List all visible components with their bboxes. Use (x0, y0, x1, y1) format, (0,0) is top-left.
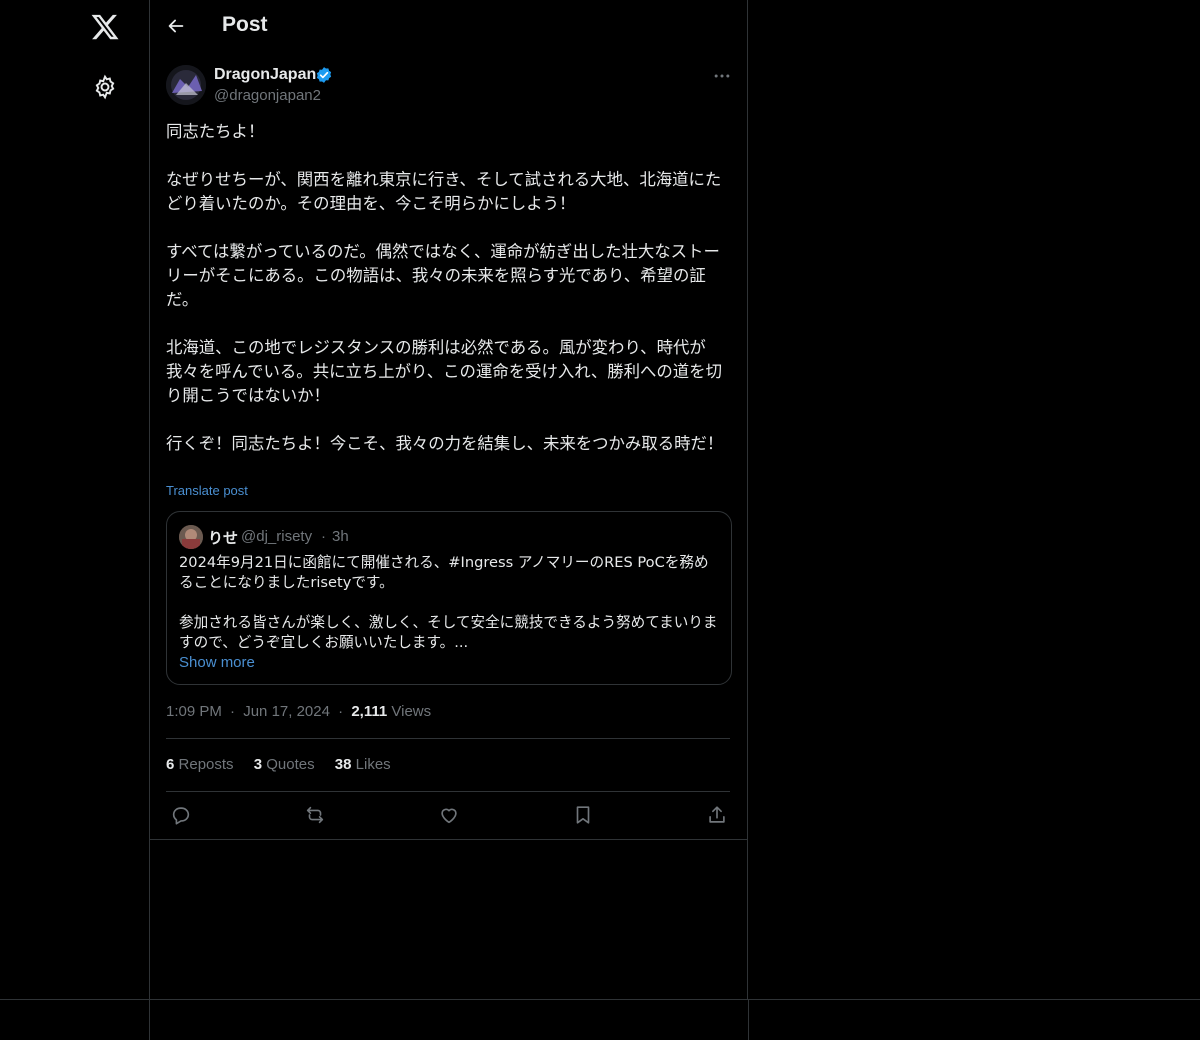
quote-separator: · (321, 528, 326, 545)
quote-text: 2024年9月21日に函館にて開催される、#Ingress アノマリーのRES … (179, 554, 718, 651)
reply-icon[interactable] (170, 804, 192, 826)
post-time[interactable]: 1:09 PM (166, 703, 222, 720)
more-icon[interactable] (712, 66, 732, 86)
post-header: Post (149, 0, 747, 54)
meta-separator: · (338, 703, 344, 720)
quote-author-name: りせ (208, 529, 239, 547)
bookmark-icon[interactable] (572, 804, 594, 826)
translate-post-link[interactable]: Translate post (166, 483, 248, 498)
likes-label: Likes (355, 756, 391, 773)
views-count: 2,111 (351, 703, 388, 720)
reposts-label: Reposts (178, 756, 234, 773)
show-more-link[interactable]: Show more (179, 654, 255, 671)
reposts-stat[interactable]: 6 Reposts (166, 756, 234, 773)
like-icon[interactable] (438, 804, 460, 826)
post-text: 同志たちよ！ なぜりせちーが、関西を離れ東京に行き、そして試される大地、北海道に… (166, 122, 724, 453)
likes-stat[interactable]: 38 Likes (335, 756, 391, 773)
views-label: Views (391, 703, 432, 720)
back-arrow-icon[interactable] (165, 15, 187, 37)
gear-icon[interactable] (92, 74, 118, 100)
main-column: Post DragonJapan @dragonjapan2 同志たちよ！ なぜ… (149, 0, 748, 1000)
quote-timestamp: 3h (332, 528, 349, 545)
meta-separator: · (230, 703, 236, 720)
post-date[interactable]: Jun 17, 2024 (243, 703, 330, 720)
reposts-count: 6 (166, 756, 175, 773)
quotes-stat[interactable]: 3 Quotes (254, 756, 315, 773)
divider (166, 791, 730, 792)
share-icon[interactable] (706, 804, 728, 826)
page-title: Post (222, 13, 268, 36)
divider (149, 839, 747, 840)
divider (166, 738, 730, 739)
engagement-stats: 6 Reposts 3 Quotes 38 Likes (166, 756, 407, 773)
verified-badge-icon (315, 66, 333, 84)
quote-author-handle: @dj_risety (241, 528, 313, 545)
quoted-post[interactable]: りせ @dj_risety · 3h 2024年9月21日に函館にて開催される、… (166, 511, 732, 685)
avatar[interactable] (166, 65, 206, 105)
quotes-count: 3 (253, 756, 263, 773)
author-name[interactable]: DragonJapan (214, 66, 316, 84)
bottom-divider-right (748, 1000, 749, 1040)
quote-avatar (179, 525, 203, 549)
bottom-divider-left (149, 1000, 150, 1040)
likes-count: 38 (334, 756, 352, 773)
quotes-label: Quotes (266, 756, 315, 773)
author-handle[interactable]: @dragonjapan2 (214, 87, 321, 104)
x-logo-icon[interactable] (90, 12, 120, 42)
post-meta: 1:09 PM · Jun 17, 2024 · 2,111 Views (166, 703, 431, 720)
left-nav (0, 0, 150, 1000)
bottom-divider (0, 999, 1200, 1000)
repost-icon[interactable] (304, 804, 326, 826)
